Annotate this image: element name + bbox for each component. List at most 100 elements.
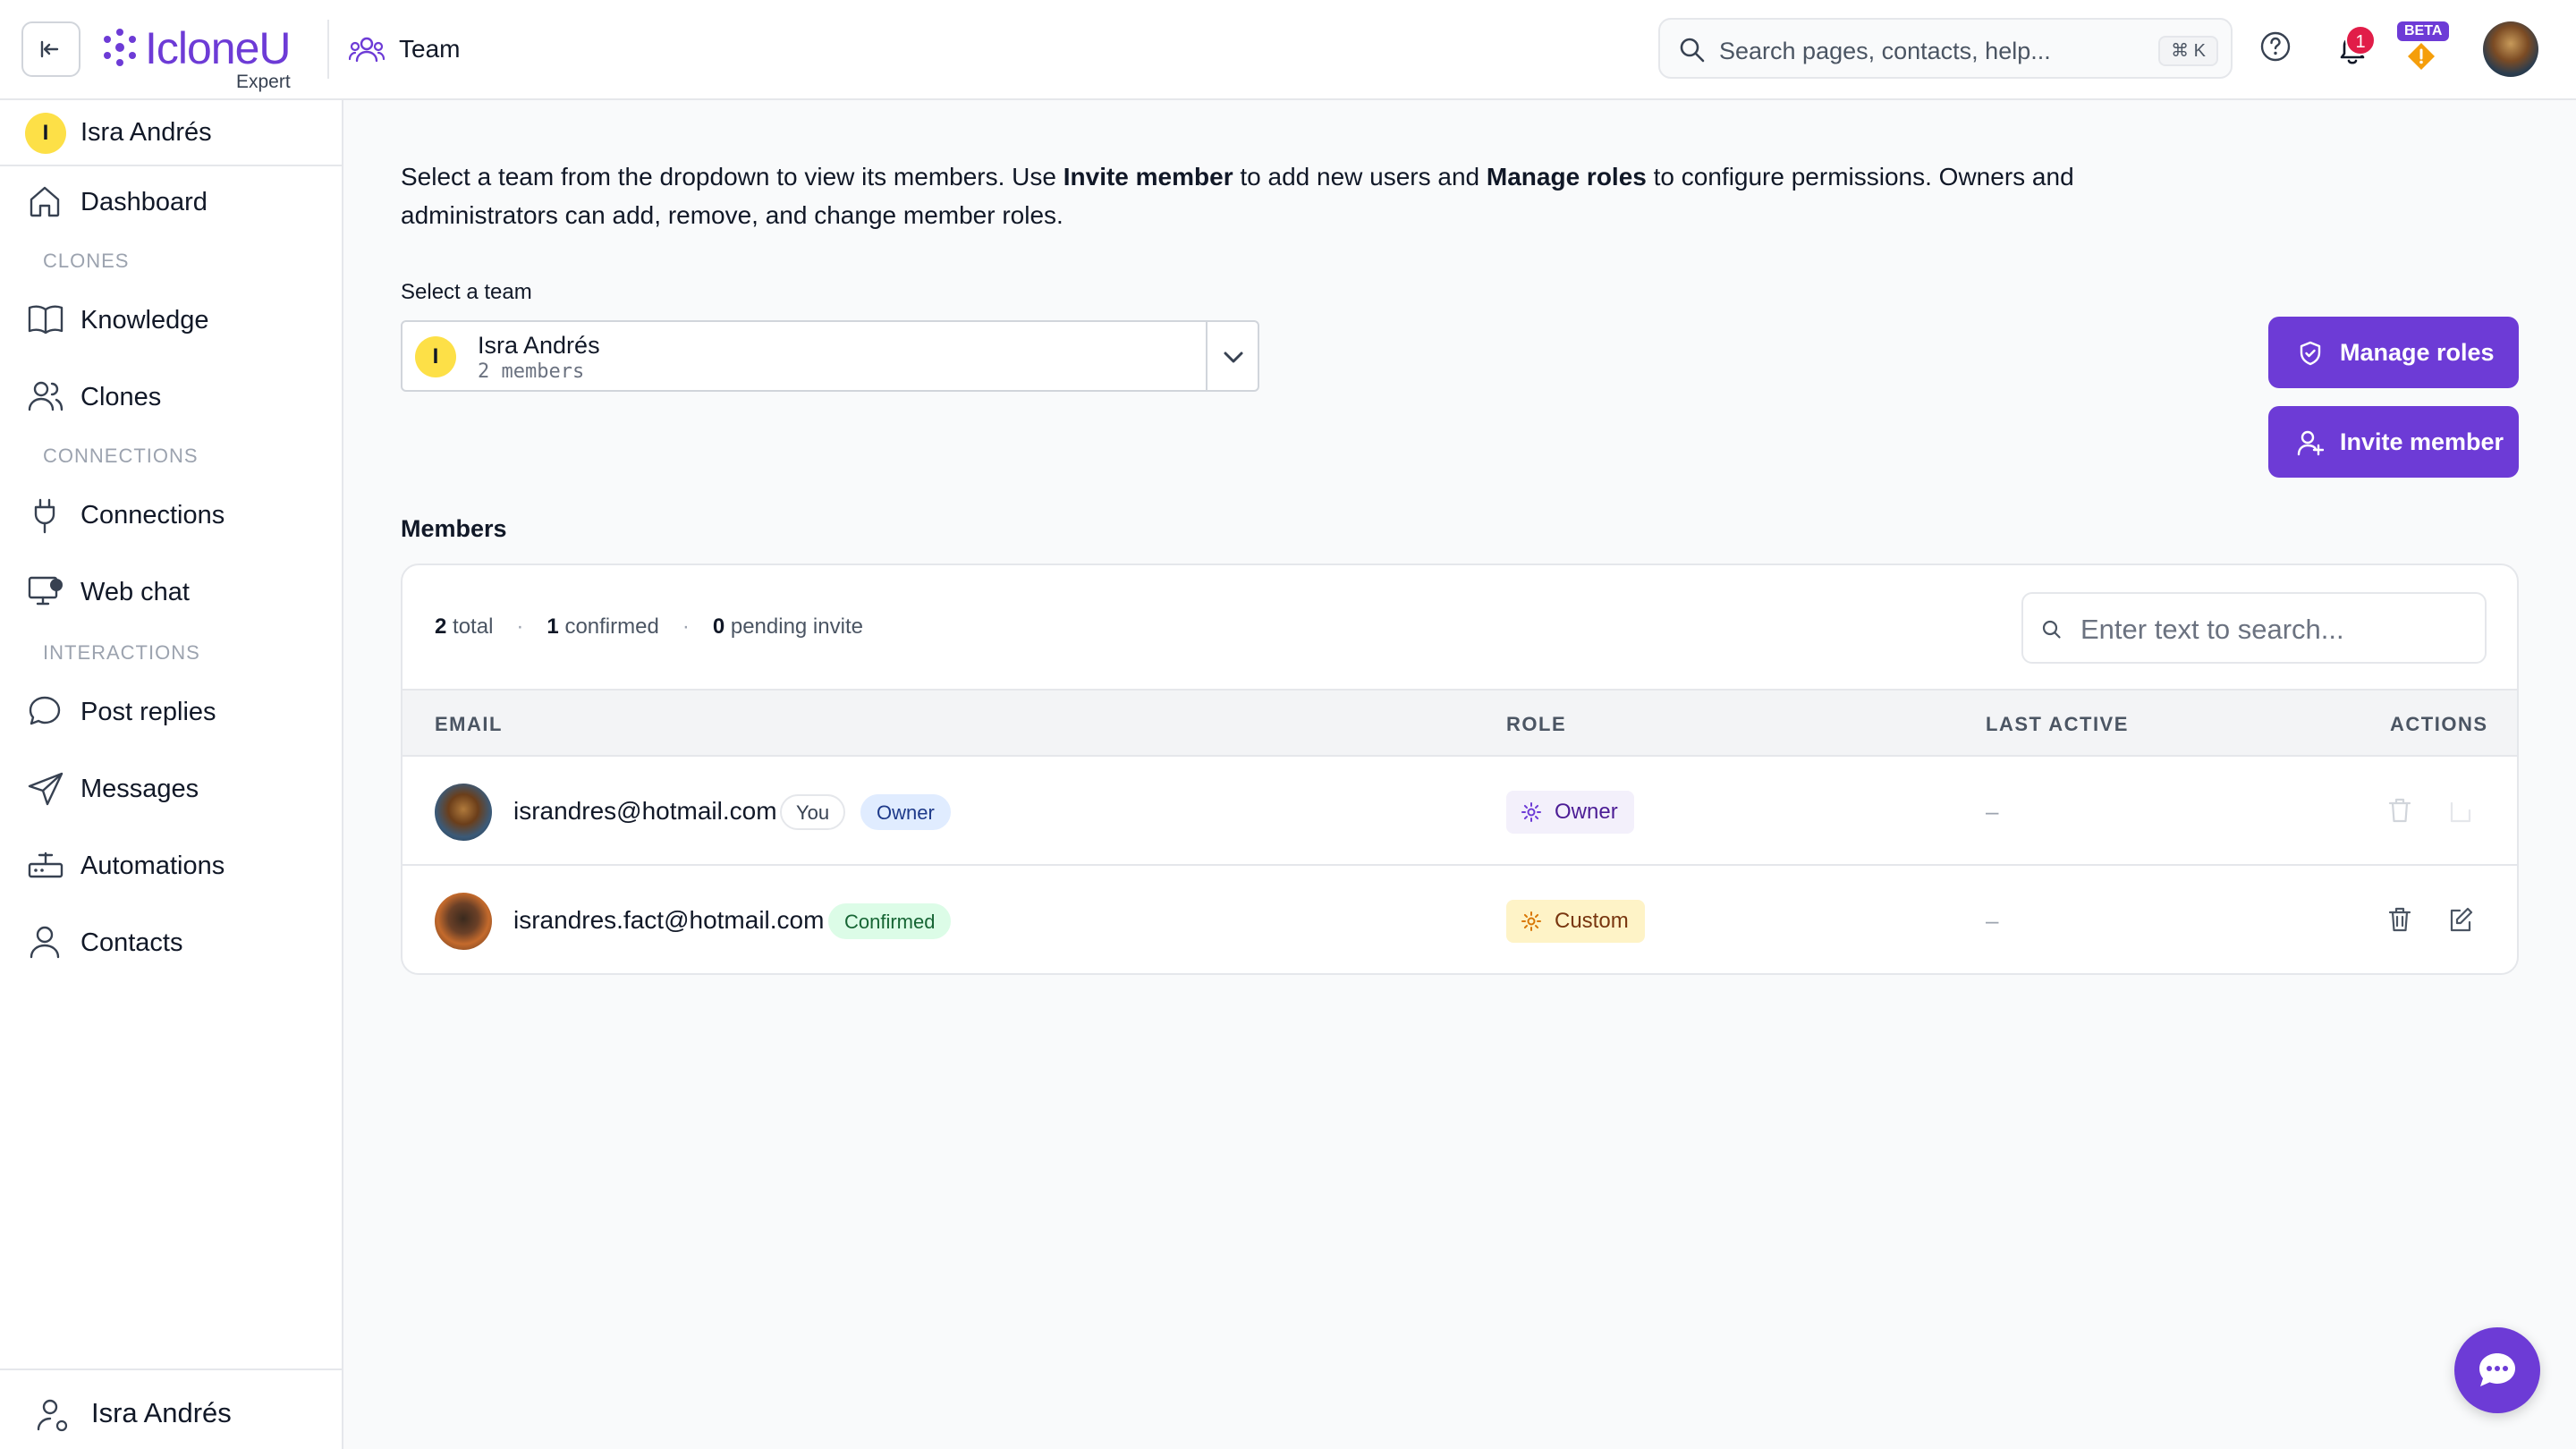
members-heading: Members <box>401 515 507 542</box>
edit-member-button[interactable] <box>2447 905 2474 934</box>
sidebar-item-dashboard[interactable]: Dashboard <box>0 170 342 233</box>
help-icon[interactable] <box>2259 30 2292 63</box>
home-icon <box>27 184 63 218</box>
team-icon <box>349 34 385 64</box>
chevron-down-icon[interactable] <box>1220 343 1247 370</box>
app-name: IcloneU <box>145 23 292 73</box>
sidebar-item-label: Messages <box>80 775 199 803</box>
table-row: israndres@hotmail.com You Owner Owner – <box>402 757 2517 866</box>
column-role[interactable]: ROLE <box>1506 712 1566 737</box>
sidebar-user-menu[interactable]: Isra Andrés <box>0 1368 342 1449</box>
sidebar-item-label: Connections <box>80 501 225 530</box>
role-badge: Owner <box>1506 791 1634 834</box>
sidebar-item-contacts[interactable]: Contacts <box>0 911 342 973</box>
role-label: Custom <box>1555 909 1629 933</box>
user-icon <box>27 925 63 959</box>
collapse-sidebar-button[interactable] <box>21 21 80 77</box>
team-intro-text: Select a team from the dropdown to view … <box>401 163 2074 229</box>
send-icon <box>27 771 64 807</box>
edit-icon <box>2447 796 2474 825</box>
last-active-value: – <box>1986 907 1999 934</box>
selected-team-name: Isra Andrés <box>478 332 600 359</box>
member-avatar <box>435 893 492 950</box>
app-logo[interactable]: IcloneU Expert <box>100 23 315 95</box>
member-email: israndres@hotmail.com <box>513 797 777 825</box>
members-search-input[interactable]: Enter text to search... <box>2021 592 2487 664</box>
trash-icon <box>2386 796 2413 825</box>
sidebar-item-label: Clones <box>80 383 162 411</box>
sidebar-item-label: Post replies <box>80 698 216 726</box>
section-label-clones: CLONES <box>43 250 130 272</box>
sidebar-item-label: Web chat <box>80 578 190 606</box>
sidebar-item-automations[interactable]: Automations <box>0 834 342 896</box>
sidebar-item-label: Dashboard <box>80 188 208 216</box>
delete-member-button[interactable] <box>2386 905 2413 934</box>
sidebar: I Isra Andrés Dashboard CLONES Knowledge <box>0 100 343 1449</box>
collapse-left-icon <box>38 36 64 63</box>
invite-member-button[interactable]: Invite member <box>2268 406 2519 478</box>
column-actions: ACTIONS <box>2390 713 2488 735</box>
table-row: israndres.fact@hotmail.com Confirmed Cus… <box>402 866 2517 973</box>
logo-mark-icon <box>100 27 140 70</box>
sidebar-item-post-replies[interactable]: Post replies <box>0 680 342 742</box>
search-icon <box>1678 36 1707 64</box>
role-label: Owner <box>1555 800 1618 824</box>
manage-roles-label: Manage roles <box>2340 339 2495 366</box>
shield-check-icon <box>2297 340 2324 367</box>
team-select-dropdown[interactable]: I Isra Andrés 2 members <box>401 320 1259 392</box>
members-table-card: 2 total · 1 confirmed · 0 pending invite Ent… <box>401 564 2519 975</box>
team-switcher-name: Isra Andrés <box>80 118 212 147</box>
select-divider <box>1206 322 1208 390</box>
members-search-placeholder: Enter text to search... <box>2080 614 2344 645</box>
table-header: EMAIL ROLE LAST ACTIVE ACTIONS <box>402 689 2517 757</box>
book-icon <box>27 302 64 336</box>
sidebar-item-messages[interactable]: Messages <box>0 757 342 819</box>
member-avatar <box>435 784 492 841</box>
last-active-value: – <box>1986 798 1999 825</box>
sidebar-user-name: Isra Andrés <box>91 1397 232 1428</box>
owner-badge: Owner <box>860 794 951 830</box>
sidebar-item-knowledge[interactable]: Knowledge <box>0 288 342 351</box>
column-last-active[interactable]: LAST ACTIVE <box>1986 712 2129 737</box>
monitor-chat-icon <box>27 574 64 608</box>
team-avatar: I <box>25 113 66 154</box>
user-settings-icon <box>36 1397 72 1435</box>
page-title: Team <box>399 35 461 63</box>
search-placeholder: Search pages, contacts, help... <box>1719 38 2051 64</box>
header-divider <box>327 20 329 79</box>
global-search-input[interactable]: Search pages, contacts, help... ⌘ K <box>1658 18 2233 79</box>
router-icon <box>27 848 64 882</box>
warning-icon[interactable] <box>2406 41 2436 70</box>
users-icon <box>27 379 64 413</box>
user-plus-icon <box>2297 429 2324 456</box>
sidebar-item-label: Automations <box>80 852 225 880</box>
team-avatar: I <box>415 336 456 377</box>
beta-badge: BETA <box>2397 21 2450 41</box>
sidebar-item-clones[interactable]: Clones <box>0 365 342 428</box>
sidebar-item-connections[interactable]: Connections <box>0 483 342 546</box>
sidebar-item-label: Knowledge <box>80 306 209 335</box>
section-label-connections: CONNECTIONS <box>43 445 199 467</box>
sidebar-item-webchat[interactable]: Web chat <box>0 560 342 623</box>
comment-icon <box>27 694 63 728</box>
confirmed-badge: Confirmed <box>828 903 952 939</box>
sidebar-item-label: Contacts <box>80 928 183 957</box>
section-label-interactions: INTERACTIONS <box>43 641 200 664</box>
invite-member-label: Invite member <box>2340 428 2504 455</box>
role-badge: Custom <box>1506 900 1645 943</box>
team-switcher[interactable]: I Isra Andrés <box>0 100 342 166</box>
column-email[interactable]: EMAIL <box>435 712 503 737</box>
app-tier: Expert <box>236 72 291 92</box>
plug-icon <box>27 497 63 535</box>
select-team-label: Select a team <box>401 280 532 304</box>
top-bar: IcloneU Expert Team Search pages, contac… <box>0 0 2576 100</box>
notification-count-badge: 1 <box>2345 25 2376 55</box>
you-badge: You <box>780 794 846 830</box>
gear-icon <box>1521 911 1542 932</box>
manage-roles-button[interactable]: Manage roles <box>2268 317 2519 388</box>
search-shortcut: ⌘ K <box>2158 36 2218 66</box>
chat-widget-button[interactable] <box>2454 1327 2540 1413</box>
user-avatar[interactable] <box>2483 21 2538 77</box>
chat-bubble-icon <box>2476 1349 2519 1392</box>
search-icon <box>2041 619 2063 640</box>
